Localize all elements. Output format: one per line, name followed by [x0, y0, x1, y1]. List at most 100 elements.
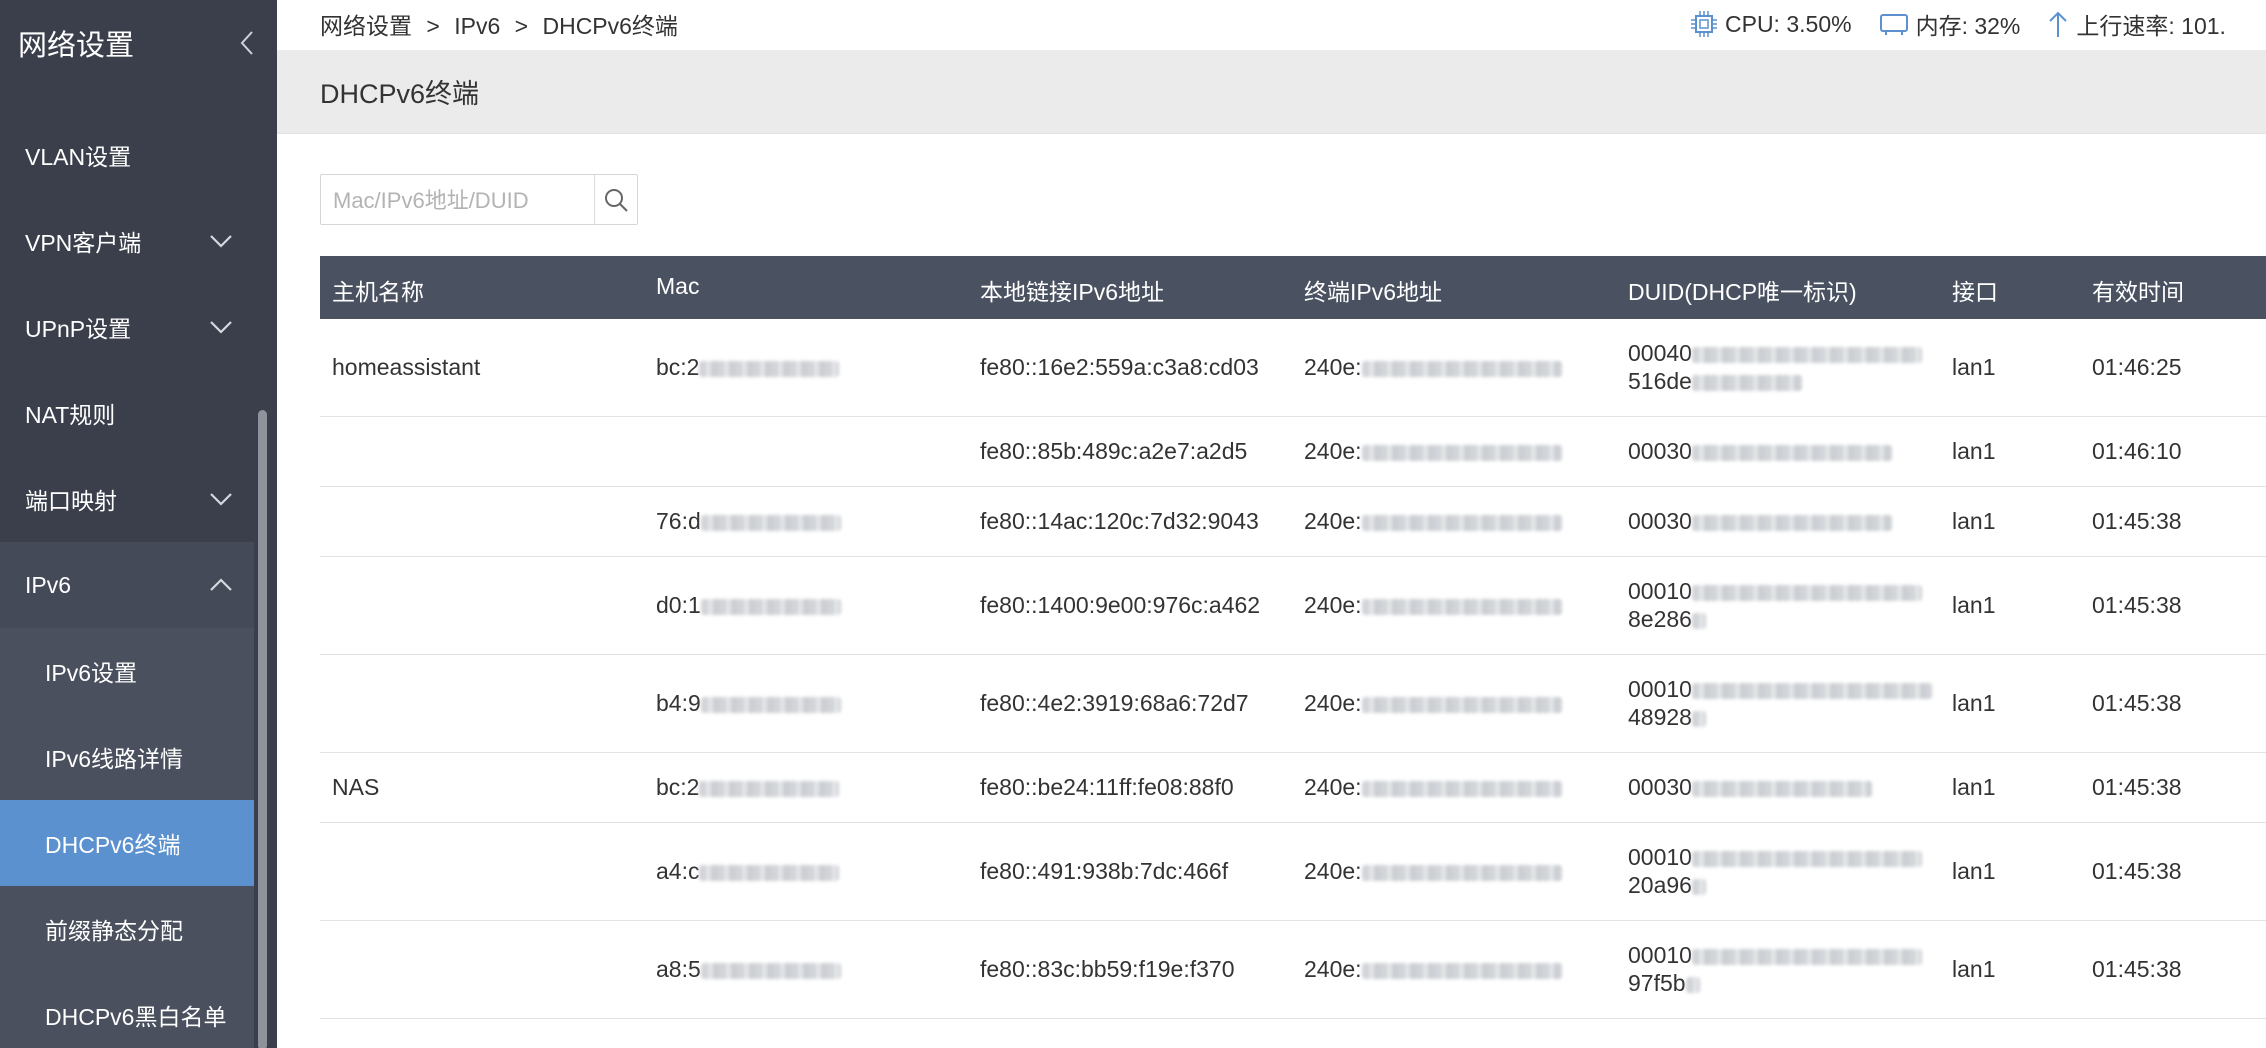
cell-mac: bc:2: [656, 774, 840, 801]
cell-interface: lan1: [1952, 858, 1996, 884]
sidebar-title: 网络设置: [18, 30, 135, 62]
ipv6-prefix: 240e:: [1304, 774, 1362, 800]
sidebar-item-dhcpv6-clients[interactable]: DHCPv6终端: [0, 800, 254, 886]
cell-link-local: fe80::16e2:559a:c3a8:cd03: [980, 354, 1259, 380]
sidebar-item-ipv6-line-details[interactable]: IPv6线路详情: [0, 714, 254, 800]
redacted-blur: [700, 962, 841, 979]
redacted-blur: [1361, 444, 1562, 461]
cell-link-local: fe80::14ac:120c:7d32:9043: [980, 508, 1259, 534]
sidebar-item-prefix-static[interactable]: 前缀静态分配: [0, 886, 254, 972]
chevron-left-icon: [240, 31, 253, 55]
redacted-blur: [1691, 444, 1892, 461]
sidebar-item-label: VLAN设置: [25, 144, 132, 170]
upload-stat: 上行速率: 101.: [2046, 7, 2226, 41]
redacted-blur: [1691, 612, 1706, 629]
duid-prefix: 00010: [1628, 578, 1692, 604]
table-row[interactable]: NAS bc:2 fe80::be24:11ff:fe08:88f0 240e:…: [320, 753, 2266, 823]
cell-duid: 00030: [1628, 774, 1872, 801]
sidebar-item-port-mapping[interactable]: 端口映射: [0, 456, 254, 542]
sidebar-item-nat[interactable]: NAT规则: [0, 370, 254, 456]
table-row[interactable]: a8:5 fe80::83c:bb59:f19e:f370 240e: 0001…: [320, 921, 2266, 1019]
cpu-icon: [1691, 11, 1717, 37]
table-row[interactable]: fe80::85b:489c:a2e7:a2d5 240e: 00030 lan…: [320, 417, 2266, 487]
sidebar-item-vpn-client[interactable]: VPN客户端: [0, 198, 254, 284]
table-row[interactable]: b4:9 fe80::4e2:3919:68a6:72d7 240e: 0001…: [320, 655, 2266, 753]
duid-prefix: 00030: [1628, 438, 1692, 464]
cell-link-local: fe80::85b:489c:a2e7:a2d5: [980, 438, 1248, 464]
sidebar-item-label: 端口映射: [25, 488, 117, 514]
sidebar-item-dhcpv6-blacklist[interactable]: DHCPv6黑白名单: [0, 972, 254, 1048]
sidebar-scrollbar[interactable]: [258, 410, 267, 1048]
col-mac[interactable]: Mac: [656, 273, 699, 300]
ipv6-prefix: 240e:: [1304, 592, 1362, 618]
redacted-blur: [1361, 780, 1562, 797]
table-row[interactable]: 76:d fe80::14ac:120c:7d32:9043 240e: 000…: [320, 487, 2266, 557]
breadcrumb-separator: >: [426, 13, 440, 39]
table-row[interactable]: d0:1 fe80::1400:9e00:976c:a462 240e: 000…: [320, 557, 2266, 655]
mac-prefix: b4:9: [656, 690, 701, 716]
mac-prefix: bc:2: [656, 354, 700, 380]
arrow-up-icon: [2049, 11, 2068, 37]
sidebar-item-ipv6-settings[interactable]: IPv6设置: [0, 628, 254, 714]
table-row[interactable]: a4:c fe80::491:938b:7dc:466f 240e: 00010…: [320, 823, 2266, 921]
search-input[interactable]: [331, 175, 585, 226]
redacted-blur: [1361, 864, 1562, 881]
search-button[interactable]: [594, 175, 637, 224]
cell-ipv6: 240e:: [1304, 438, 1562, 465]
redacted-blur: [1691, 374, 1802, 391]
duid-prefix: 00040: [1628, 340, 1692, 366]
breadcrumb-network-settings[interactable]: 网络设置: [320, 13, 412, 39]
cell-valid-time: 01:45:38: [2092, 774, 2182, 800]
mac-prefix: a8:5: [656, 956, 701, 982]
sidebar-collapse-button[interactable]: [232, 26, 262, 60]
duid-prefix: 00030: [1628, 774, 1692, 800]
col-interface[interactable]: 接口: [1952, 273, 1998, 307]
ipv6-prefix: 240e:: [1304, 690, 1362, 716]
sidebar-item-label: NAT规则: [25, 402, 116, 428]
breadcrumb-current: DHCPv6终端: [542, 13, 678, 39]
sidebar-item-label: VPN客户端: [25, 230, 142, 256]
chevron-down-icon: [210, 321, 232, 334]
cell-mac: d0:1: [656, 592, 841, 619]
sidebar-item-label: 前缀静态分配: [45, 918, 183, 944]
cell-interface: lan1: [1952, 508, 1996, 534]
redacted-blur: [699, 360, 840, 377]
cell-interface: lan1: [1952, 592, 1996, 618]
cell-interface: lan1: [1952, 690, 1996, 716]
col-link-local[interactable]: 本地链接IPv6地址: [980, 273, 1164, 307]
redacted-blur: [1361, 360, 1562, 377]
system-stats: CPU: 3.50% 内存: 32% 上行速率: 101.: [1689, 7, 2252, 41]
col-hostname[interactable]: 主机名称: [332, 273, 424, 307]
cell-link-local: fe80::1400:9e00:976c:a462: [980, 592, 1261, 618]
upload-value: 上行速率: 101.: [2076, 13, 2226, 39]
cpu-value: CPU: 3.50%: [1725, 10, 1852, 37]
redacted-blur: [1361, 696, 1562, 713]
cell-duid: 00010 8e286: [1628, 577, 1922, 633]
duid-line2: 97f5b: [1628, 970, 1686, 996]
sidebar-item-vlan[interactable]: VLAN设置: [0, 112, 254, 198]
breadcrumb-ipv6[interactable]: IPv6: [454, 13, 500, 39]
cell-duid: 00010 20a96: [1628, 843, 1922, 899]
sidebar-item-ipv6[interactable]: IPv6: [0, 542, 254, 628]
cell-valid-time: 01:46:10: [2092, 438, 2182, 464]
ipv6-prefix: 240e:: [1304, 858, 1362, 884]
col-duid[interactable]: DUID(DHCP唯一标识): [1628, 273, 1857, 307]
redacted-blur: [1691, 346, 1922, 363]
sidebar: 网络设置 VLAN设置 VPN客户端 UPnP设置 NAT规则 端口映射 IPv…: [0, 0, 277, 1048]
redacted-blur: [1691, 850, 1922, 867]
col-ipv6[interactable]: 终端IPv6地址: [1304, 273, 1442, 307]
col-valid-time[interactable]: 有效时间: [2092, 273, 2184, 307]
mac-prefix: d0:1: [656, 592, 701, 618]
redacted-blur: [700, 514, 841, 531]
breadcrumb: 网络设置 > IPv6 > DHCPv6终端: [320, 7, 686, 41]
cell-link-local: fe80::83c:bb59:f19e:f370: [980, 956, 1235, 982]
sidebar-item-upnp[interactable]: UPnP设置: [0, 284, 254, 370]
dhcpv6-clients-table: 主机名称 Mac 本地链接IPv6地址 终端IPv6地址 DUID(DHCP唯一…: [320, 256, 2266, 1019]
table-header: 主机名称 Mac 本地链接IPv6地址 终端IPv6地址 DUID(DHCP唯一…: [320, 256, 2266, 319]
cpu-stat: CPU: 3.50%: [1689, 9, 1852, 39]
redacted-blur: [699, 780, 840, 797]
cell-duid: 00040 516de: [1628, 339, 1922, 395]
table-row[interactable]: homeassistant bc:2 fe80::16e2:559a:c3a8:…: [320, 319, 2266, 417]
redacted-blur: [1685, 976, 1700, 993]
duid-prefix: 00010: [1628, 942, 1692, 968]
